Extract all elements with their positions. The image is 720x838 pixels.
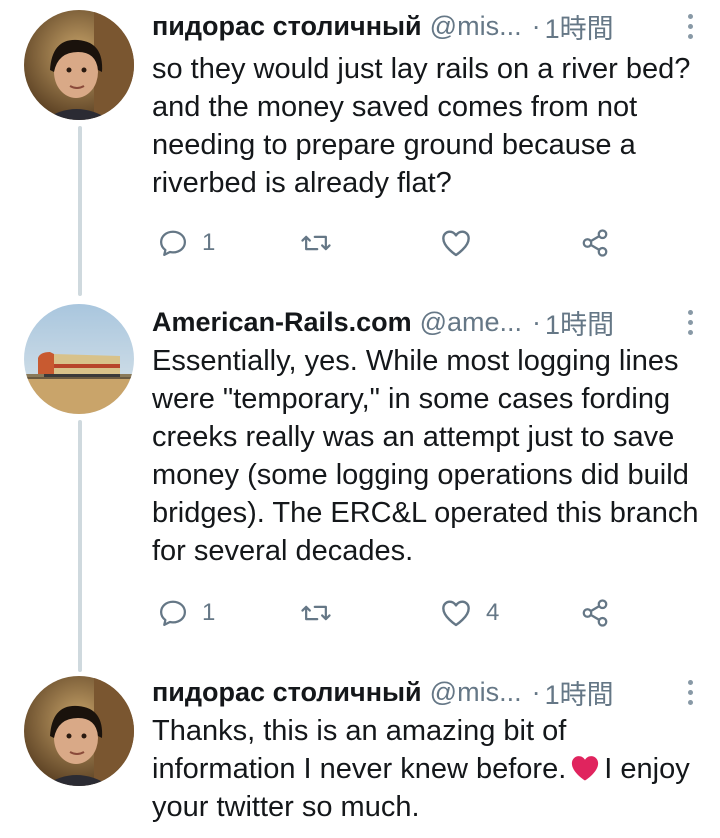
more-options-icon[interactable]: [684, 672, 696, 712]
retweet-button[interactable]: [300, 588, 346, 638]
retweet-icon: [301, 235, 331, 251]
tweet-2[interactable]: American-Rails.com @ame... · 1時間 Essenti…: [0, 300, 720, 670]
tweet-text: Thanks, this is an amazing bit of inform…: [152, 712, 702, 826]
reply-icon: [160, 230, 186, 256]
user-handle[interactable]: @mis...: [430, 11, 522, 42]
tweet-1[interactable]: пидорас столичный @mis... · 1時間 so they …: [0, 0, 720, 300]
like-button[interactable]: [440, 218, 486, 268]
share-icon: [582, 229, 608, 257]
tweet-header: пидорас столичный @mis... · 1時間: [152, 6, 700, 46]
reply-icon: [160, 600, 186, 626]
timestamp[interactable]: 1時間: [545, 303, 614, 342]
reply-count: 1: [202, 599, 216, 626]
more-options-icon[interactable]: [684, 6, 696, 46]
separator: ·: [531, 10, 541, 41]
share-icon: [582, 599, 608, 627]
red-heart-emoji-icon: [572, 756, 599, 781]
share-button[interactable]: [580, 218, 610, 268]
heart-icon: [442, 230, 470, 257]
retweet-button[interactable]: [300, 218, 346, 268]
retweet-icon: [301, 605, 331, 621]
reply-button[interactable]: 1: [158, 588, 215, 638]
avatar[interactable]: [24, 304, 134, 414]
tweet-header: American-Rails.com @ame... · 1時間: [152, 302, 700, 342]
separator: ·: [532, 306, 542, 337]
separator: ·: [531, 676, 541, 707]
tweet-text: Essentially, yes. While most logging lin…: [152, 345, 699, 567]
reply-button[interactable]: 1: [158, 218, 215, 268]
display-name[interactable]: пидорас столичный: [152, 677, 422, 708]
timestamp[interactable]: 1時間: [545, 673, 614, 712]
tweet-text: so they would just lay rails on a river …: [152, 53, 691, 199]
heart-icon: [442, 600, 470, 627]
avatar[interactable]: [24, 10, 134, 120]
display-name[interactable]: пидорас столичный: [152, 11, 422, 42]
tweet-3[interactable]: пидорас столичный @mis... · 1時間 Thanks, …: [0, 672, 720, 838]
tweet-text-part-1: Thanks, this is an amazing bit of inform…: [152, 715, 567, 785]
user-handle[interactable]: @ame...: [420, 307, 522, 338]
timestamp[interactable]: 1時間: [545, 7, 614, 46]
avatar[interactable]: [24, 676, 134, 786]
user-handle[interactable]: @mis...: [430, 677, 522, 708]
share-button[interactable]: [580, 588, 610, 638]
more-options-icon[interactable]: [684, 302, 696, 342]
tweet-header: пидорас столичный @mis... · 1時間: [152, 672, 700, 712]
action-bar: 1: [152, 218, 622, 268]
like-count: 4: [486, 599, 500, 626]
action-bar: 1 4: [152, 588, 622, 638]
like-button[interactable]: 4: [440, 588, 499, 638]
reply-count: 1: [202, 229, 216, 256]
display-name[interactable]: American-Rails.com: [152, 307, 412, 338]
